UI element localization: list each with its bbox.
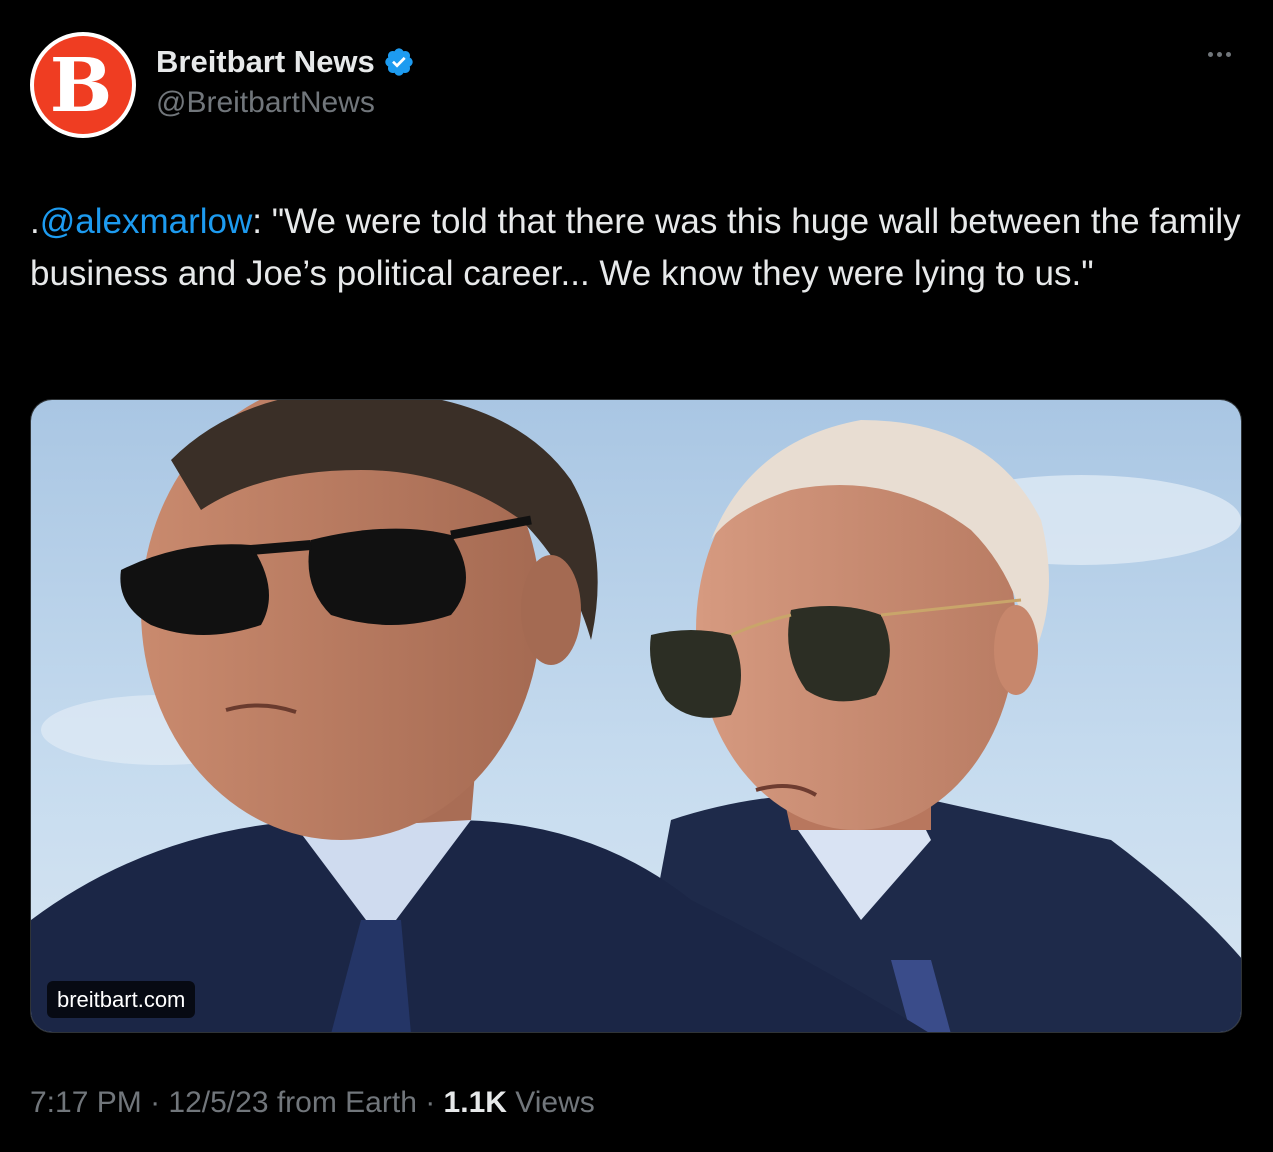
display-name[interactable]: Breitbart News [156,44,375,80]
avatar[interactable]: B [30,32,136,138]
logo-letter: B [49,43,113,129]
media-source-badge[interactable]: breitbart.com [47,981,196,1018]
tweet-meta: 7:17 PM · 12/5/23 from Earth · 1.1K View… [30,1086,595,1120]
more-horizontal-icon[interactable] [1208,52,1231,57]
breitbart-logo: B [34,36,132,134]
views-count[interactable]: 1.1K [444,1086,507,1119]
meta-separator: · [416,1086,444,1119]
author-name-row[interactable]: Breitbart News [156,44,415,80]
tweet-date[interactable]: 12/5/23 [168,1086,268,1119]
tweet-text: .@alexmarlow: "We were told that there w… [30,196,1250,300]
meta-separator: · [141,1086,169,1119]
photo-illustration [31,400,1241,1032]
tweet: B Breitbart News @BreitbartNews .@alexma… [0,0,1273,1152]
mention-link[interactable]: @alexmarlow [40,202,253,241]
tweet-photo[interactable] [30,399,1242,1033]
tweet-prefix: . [30,202,40,241]
author-handle[interactable]: @BreitbartNews [156,86,375,120]
tweet-time[interactable]: 7:17 PM [30,1086,142,1119]
views-label[interactable]: Views [507,1086,595,1119]
verified-badge-icon[interactable] [383,46,415,78]
tweet-location: from Earth [268,1086,417,1119]
